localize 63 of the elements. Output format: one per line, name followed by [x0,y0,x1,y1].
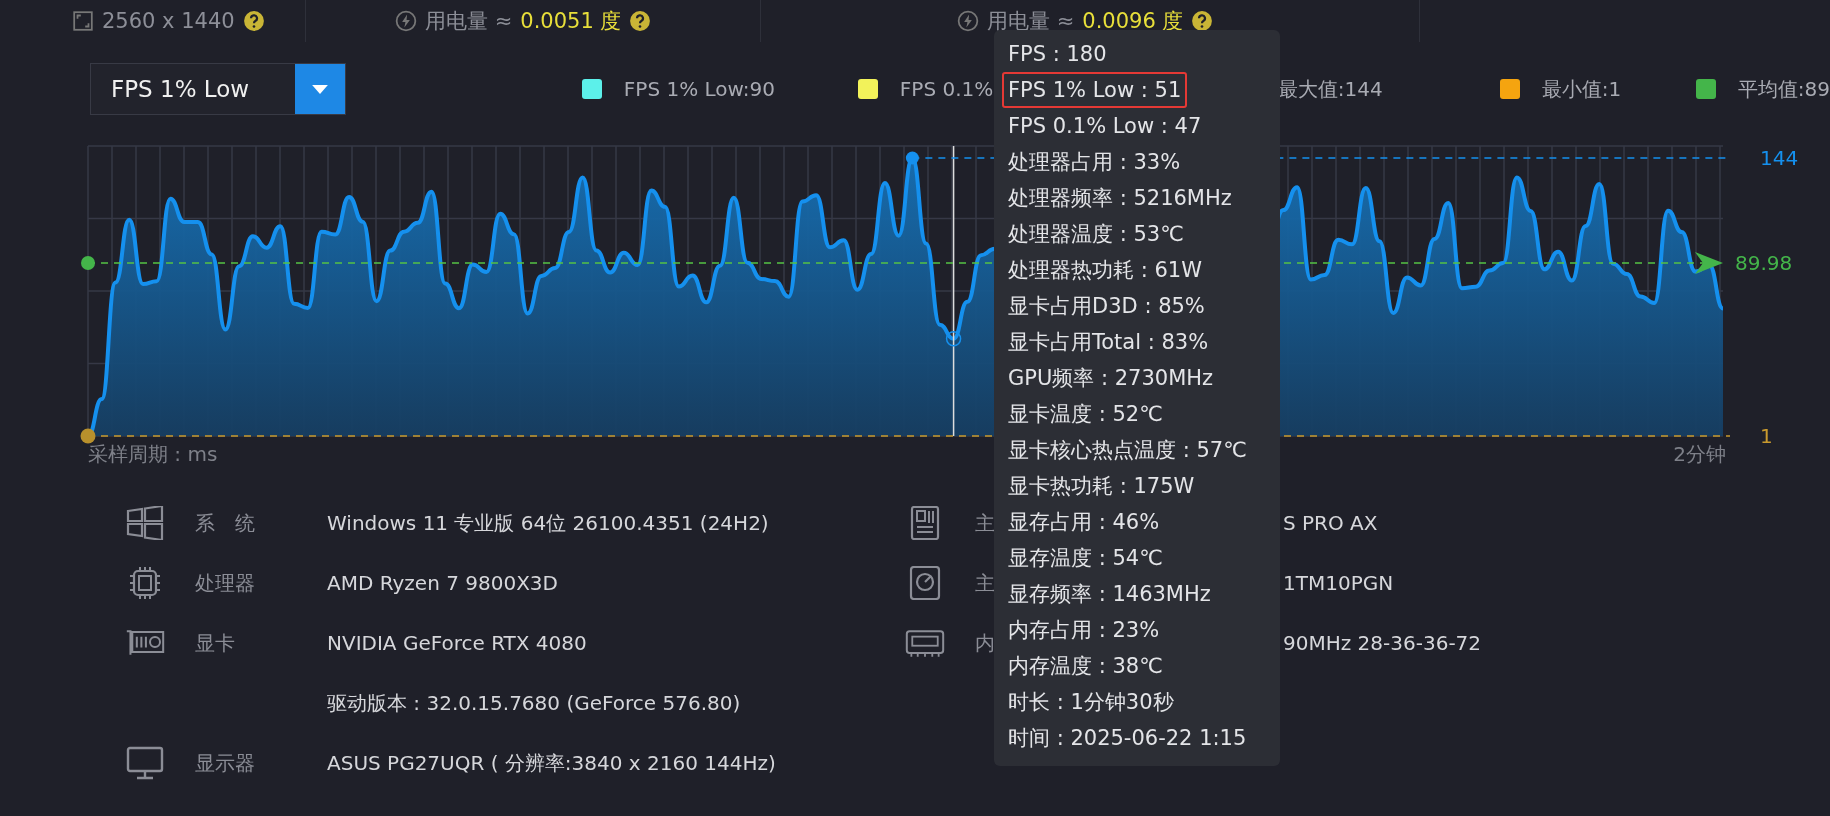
stat-value: 0.0051 度 [520,8,622,35]
tooltip-line: GPU频率 : 2730MHz [1007,365,1215,392]
tooltip-line: 显卡占用Total : 83% [1007,329,1210,356]
stat-label: 用电量 ≈ [987,8,1075,35]
lightning-icon [957,10,979,32]
windows-icon [125,506,165,540]
max-point [905,151,919,165]
tooltip-line: 显卡温度 : 52℃ [1007,401,1164,428]
info-label: 主 [975,510,995,535]
metric-dropdown[interactable]: FPS 1% Low [90,63,346,115]
tooltip-line: 时长 : 1分钟30秒 [1007,689,1175,716]
info-label: 显示器 [195,750,255,775]
max-value-label: 144 [1760,146,1799,170]
tooltip-line: 内存占用 : 23% [1007,617,1161,644]
lightning-icon [395,10,417,32]
info-label: 内 [975,630,995,655]
axis-label: 2分钟 [1673,441,1726,468]
info-label: 主 [975,570,995,595]
info-value: ASUS PG27UQR ( 分辨率:3840 x 2160 144Hz) [327,749,777,777]
tooltip-line: 显卡热功耗 : 175W [1007,473,1196,500]
info-label: 显卡 [195,630,235,655]
average-dot [81,256,95,270]
axis-label: 采样周期 : ms [88,441,218,468]
tooltip-line: 处理器频率 : 5216MHz [1007,185,1233,212]
tooltip-line: 处理器热功耗 : 61W [1007,257,1203,284]
tooltip-line: 显存占用 : 46% [1007,509,1161,536]
legend-label[interactable]: 最小值:1 [1541,75,1622,103]
info-value: NVIDIA GeForce RTX 4080 [327,631,588,655]
info-value: Windows 11 专业版 64位 26100.4351 (24H2) [327,509,770,537]
tooltip-line: FPS : 180 [1007,41,1108,68]
caret-icon [311,84,328,94]
legend-label[interactable]: FPS 1% Low:90 [623,77,775,101]
info-label: 处理器 [195,570,255,595]
tooltip-line: 显存频率 : 1463MHz [1007,581,1212,608]
tooltip-line: 内存温度 : 38℃ [1007,653,1164,680]
min-value-label: 1 [1760,424,1773,448]
info-value: 驱动版本 : 32.0.15.7680 (GeForce 576.80) [327,689,742,717]
help-icon[interactable] [1191,10,1214,32]
info-value: 90MHz 28-36-36-72 [1283,631,1482,655]
help-icon[interactable] [242,10,265,32]
legend-label[interactable]: FPS 0.1% [899,77,994,101]
stat-label: 用电量 ≈ [425,8,513,35]
tooltip-line: 显卡核心热点温度 : 57℃ [1007,437,1248,464]
tooltip-line: 处理器温度 : 53℃ [1007,221,1185,248]
info-label: 系 统 [195,510,255,535]
min-dot [80,428,96,444]
monitor-icon [125,746,165,780]
stat-label: 2560 x 1440 [102,9,235,33]
cursor-point [945,331,962,347]
average-value-label: 89.98 [1735,251,1793,275]
info-value: AMD Ryzen 7 9800X3D [327,571,559,595]
help-icon[interactable] [629,10,652,32]
tooltip-line: 处理器占用 : 33% [1007,149,1182,176]
legend-label[interactable]: 最大值:144 [1277,75,1383,103]
tooltip-line: 时间 : 2025-06-22 1:15 [1007,725,1248,752]
tooltip-line: 显存温度 : 54℃ [1007,545,1164,572]
tooltip-line: 显卡占用D3D : 85% [1007,293,1206,320]
resize-icon [72,10,94,32]
stat-value: 0.0096 度 [1082,8,1184,35]
legend-label[interactable]: 平均值:89 [1737,75,1830,103]
tooltip-line: FPS 0.1% Low : 47 [1007,113,1203,140]
info-value: 1TM10PGN [1283,571,1395,595]
info-value: S PRO AX [1283,511,1379,535]
